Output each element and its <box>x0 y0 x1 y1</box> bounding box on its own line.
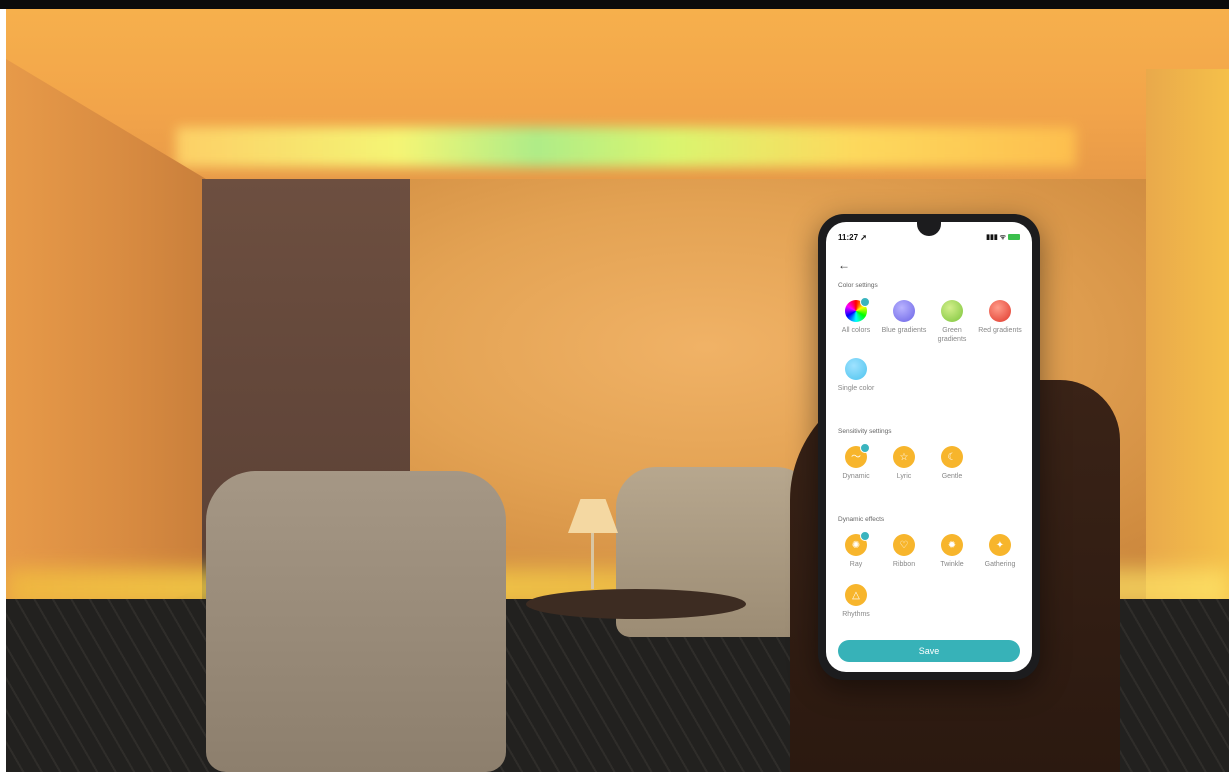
selected-badge-icon <box>860 297 870 307</box>
top-border <box>0 0 1229 9</box>
selected-badge-icon <box>860 443 870 453</box>
option-label: All colors <box>841 327 871 334</box>
option-gathering[interactable]: ✦ Gathering <box>976 534 1024 569</box>
selected-badge-icon <box>860 531 870 541</box>
wave-icon: 〜 <box>845 443 870 468</box>
option-all-colors[interactable]: All colors <box>832 297 880 335</box>
phone: 11:27 ➚ ▮▮▮ ᯤ ← Color settings All color… <box>818 214 1040 680</box>
battery-icon <box>1008 234 1020 241</box>
option-lyric[interactable]: ☆ Lyric <box>880 446 928 481</box>
option-twinkle[interactable]: ✹ Twinkle <box>928 534 976 569</box>
option-rhythms[interactable]: △ Rhythms <box>832 584 880 619</box>
option-ribbon[interactable]: ♡ Ribbon <box>880 534 928 569</box>
option-dynamic[interactable]: 〜 Dynamic <box>832 443 880 481</box>
option-label: Ray <box>849 561 863 568</box>
option-ray[interactable]: ✺ Ray <box>832 531 880 569</box>
save-button[interactable]: Save <box>838 640 1020 662</box>
option-label: Twinkle <box>940 561 964 568</box>
sensitivity-settings-title: Sensitivity settings <box>838 428 892 435</box>
back-arrow-icon[interactable]: ← <box>838 258 850 272</box>
blue-swatch-icon <box>893 300 915 322</box>
option-label: Lyric <box>896 473 912 480</box>
option-label: Red gradients <box>978 327 1022 334</box>
green-swatch-icon <box>941 300 963 322</box>
option-label: Dynamic <box>842 473 870 480</box>
phone-screen: 11:27 ➚ ▮▮▮ ᯤ ← Color settings All color… <box>826 222 1032 672</box>
dynamic-effects-title: Dynamic effects <box>838 516 885 523</box>
right-wall <box>1146 69 1229 629</box>
sparkle-icon: ✹ <box>941 534 963 556</box>
option-gentle[interactable]: ☾ Gentle <box>928 446 976 481</box>
front-armchair <box>206 471 506 772</box>
option-green-gradients[interactable]: Green gradients <box>928 300 976 344</box>
option-label: Blue gradients <box>881 327 927 334</box>
color-settings-title: Color settings <box>838 282 878 289</box>
option-single-color[interactable]: Single color <box>832 358 880 393</box>
cyan-swatch-icon <box>845 358 867 380</box>
option-blue-gradients[interactable]: Blue gradients <box>880 300 928 335</box>
option-label: Rhythms <box>842 611 870 618</box>
signal-wifi-icon: ▮▮▮ ᯤ <box>986 234 1007 241</box>
red-swatch-icon <box>989 300 1011 322</box>
status-icons: ▮▮▮ ᯤ <box>986 233 1020 242</box>
gathering-icon: ✦ <box>989 534 1011 556</box>
option-label: Green gradients <box>937 327 967 343</box>
status-time: 11:27 ➚ <box>838 233 867 242</box>
rainbow-swatch-icon <box>845 297 870 322</box>
coffee-table <box>526 589 746 619</box>
ceiling-light-strip <box>176 127 1076 167</box>
ray-icon: ✺ <box>845 531 870 556</box>
option-label: Single color <box>837 385 875 392</box>
status-bar: 11:27 ➚ ▮▮▮ ᯤ <box>838 233 1020 247</box>
rhythm-icon: △ <box>845 584 867 606</box>
moon-icon: ☾ <box>941 446 963 468</box>
star-icon: ☆ <box>893 446 915 468</box>
option-label: Gentle <box>941 473 963 480</box>
option-label: Ribbon <box>892 561 916 568</box>
heart-icon: ♡ <box>893 534 915 556</box>
option-label: Gathering <box>984 561 1016 568</box>
lamp-pole <box>591 533 594 589</box>
option-red-gradients[interactable]: Red gradients <box>976 300 1024 335</box>
